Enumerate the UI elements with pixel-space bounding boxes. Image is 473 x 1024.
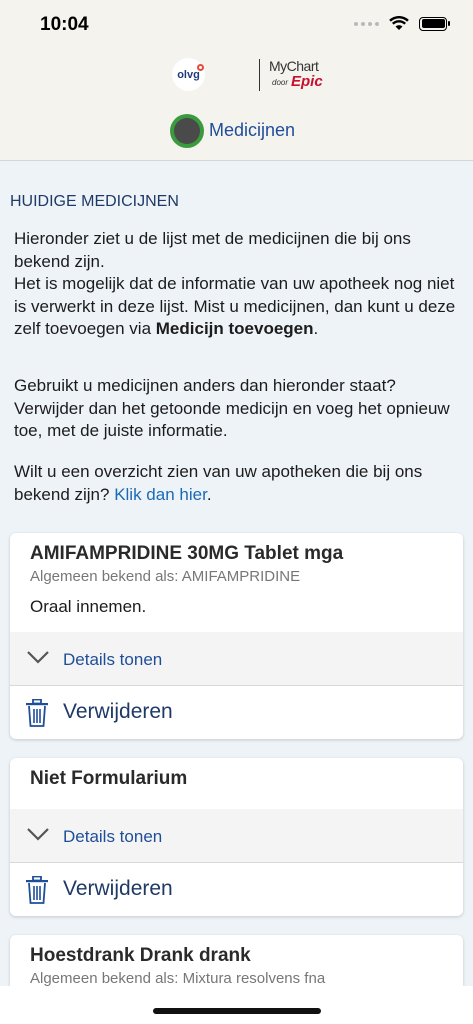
remove-medication-button[interactable]: Verwijderen: [10, 863, 463, 916]
medications-page-icon: [170, 114, 204, 148]
medication-name: Niet Formularium: [30, 768, 188, 789]
medication-card: Niet Formularium Details tonen Verwijder…: [10, 758, 463, 916]
bottom-safe-area: [0, 986, 473, 1024]
section-title: HUIDIGE MEDICIJNEN: [10, 193, 179, 210]
medication-name: Hoestdrank Drank drank: [30, 945, 251, 966]
medication-card: AMIFAMPRIDINE 30MG Tablet mga Algemeen b…: [10, 533, 463, 739]
app-header: olvg MyChart door Epic Medicijnen: [0, 50, 473, 161]
mychart-logo: MyChart door Epic: [269, 58, 323, 90]
medication-generic-name: Algemeen bekend als: AMIFAMPRIDINE: [30, 568, 301, 585]
medication-name: AMIFAMPRIDINE 30MG Tablet mga: [30, 543, 344, 564]
cellular-signal-icon: [354, 21, 379, 26]
details-label: Details tonen: [63, 827, 163, 846]
details-toggle[interactable]: Details tonen: [10, 809, 463, 863]
status-bar: 10:04: [0, 0, 473, 50]
remove-label: Verwijderen: [63, 700, 173, 723]
pharmacies-link[interactable]: Klik dan hier: [114, 485, 207, 504]
add-medication-reference: Medicijn toevoegen: [155, 319, 314, 338]
battery-icon: [419, 16, 450, 31]
status-time: 10:04: [40, 14, 89, 35]
page-title: Medicijnen: [209, 120, 296, 140]
remove-medication-button[interactable]: Verwijderen: [10, 686, 463, 739]
trash-icon: [26, 876, 48, 904]
wifi-icon: [389, 16, 409, 30]
hospital-logo: olvg: [172, 58, 205, 91]
trash-icon: [26, 699, 48, 727]
chevron-down-icon: [27, 651, 49, 664]
medication-instructions: Oraal innemen.: [30, 597, 147, 616]
logo-divider: [259, 59, 260, 91]
remove-label: Verwijderen: [63, 877, 173, 900]
details-toggle[interactable]: Details tonen: [10, 632, 463, 686]
intro-paragraph-1: Hieronder ziet u de lijst met de medicij…: [14, 229, 456, 338]
medication-generic-name: Algemeen bekend als: Mixtura resolvens f…: [30, 970, 326, 987]
intro-paragraph-3: Wilt u een overzicht zien van uw apothek…: [14, 462, 423, 504]
details-label: Details tonen: [63, 650, 163, 669]
intro-paragraph-2: Gebruikt u medicijnen anders dan hierond…: [14, 376, 450, 440]
home-indicator[interactable]: [153, 1008, 321, 1014]
chevron-down-icon: [27, 828, 49, 841]
status-icons: [354, 16, 450, 31]
